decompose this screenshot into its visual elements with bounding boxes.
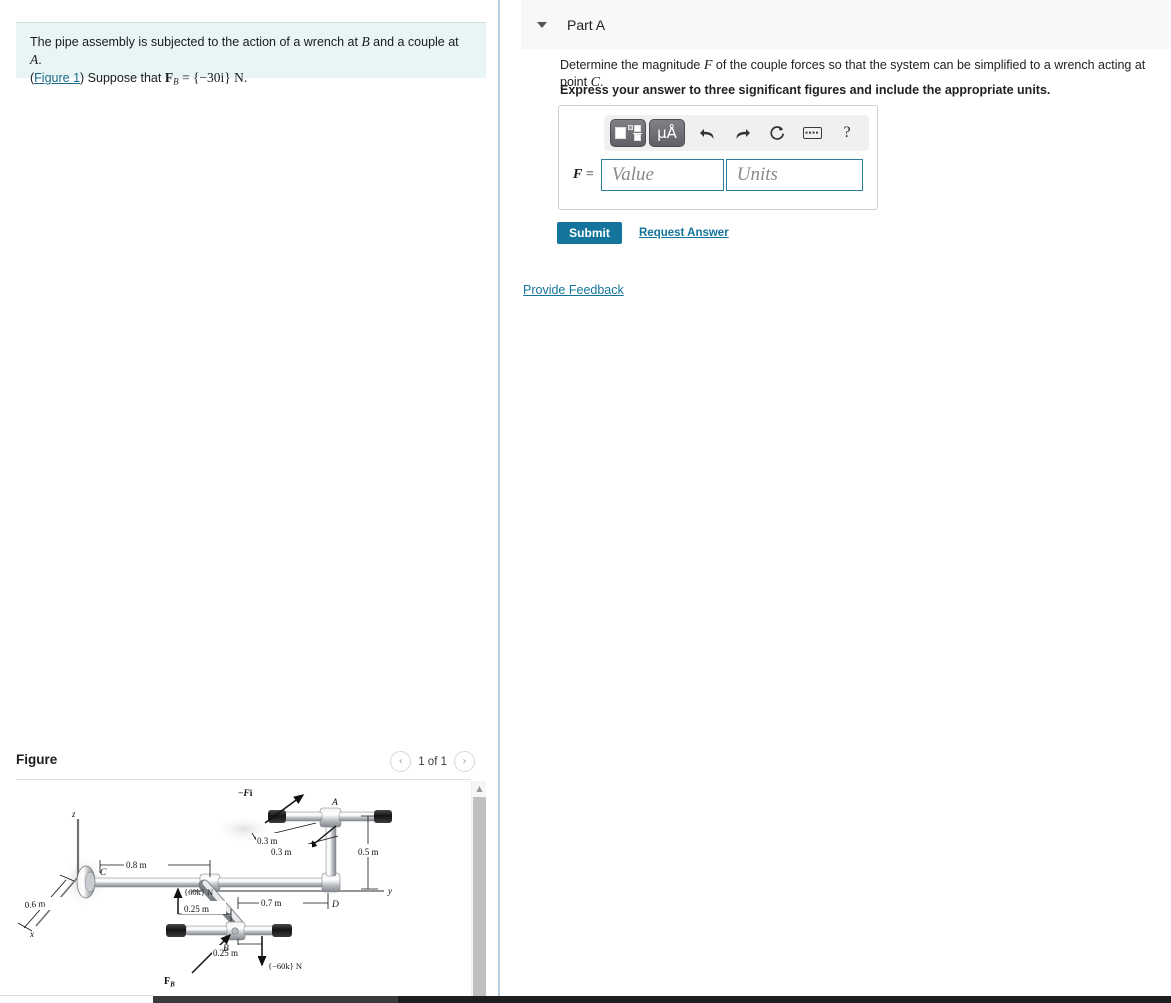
statement-period: .	[38, 53, 42, 67]
axis-label-z: z	[71, 809, 76, 819]
part-a-header[interactable]: Part A	[521, 0, 1171, 49]
answer-entry-box: μÅ ▪▪▪▪ ? F =	[558, 105, 878, 210]
figure-viewport[interactable]: z x y A −Fi {60k} N {−60k} N FB 0.8 m 0.…	[16, 781, 471, 996]
submit-button[interactable]: Submit	[557, 222, 622, 244]
statement-point-b: B	[361, 34, 370, 49]
chevron-down-icon[interactable]	[537, 21, 547, 28]
figure-next-button[interactable]: ›	[454, 751, 475, 772]
problem-statement-box: The pipe assembly is subjected to the ac…	[16, 22, 486, 87]
figure-scroll-thumb[interactable]	[473, 797, 486, 996]
left-panel: The pipe assembly is subjected to the ac…	[0, 0, 497, 1003]
figure-label-couple-pos: {60k} N	[184, 887, 213, 897]
dim-0-7m: 0.7 m	[261, 898, 282, 908]
figure-label-neg-Fi: −Fi	[238, 789, 253, 799]
dim-0-25m-a: 0.25 m	[184, 904, 209, 914]
problem-statement-text: The pipe assembly is subjected to the ac…	[30, 34, 459, 87]
figure-label-FB: FB	[164, 976, 175, 989]
redo-icon[interactable]	[729, 120, 755, 146]
dim-0-6m: 0.6 m	[24, 898, 45, 910]
horizontal-scrollbar[interactable]	[153, 996, 1171, 1003]
statement-force-value: = {−30i} N.	[178, 70, 248, 85]
figure-divider	[16, 779, 471, 780]
undo-icon[interactable]	[694, 120, 720, 146]
answer-label-f: F	[573, 167, 583, 182]
math-template-icon[interactable]	[610, 119, 646, 147]
answer-label-eq: =	[582, 167, 594, 182]
figure-label-a: A	[331, 798, 338, 808]
figure-vertical-scrollbar[interactable]: ▲	[471, 781, 486, 996]
value-input[interactable]	[600, 159, 724, 191]
statement-point-a: A	[30, 52, 39, 67]
statement-force-symbol: F	[164, 70, 174, 85]
problem-page: The pipe assembly is subjected to the ac…	[0, 0, 1171, 1003]
math-template-glyph	[615, 124, 642, 142]
figure-header: Figure ‹ 1 of 1 ›	[0, 744, 497, 780]
question-instruction: Express your answer to three significant…	[560, 83, 1051, 97]
help-glyph: ?	[843, 124, 851, 141]
dim-0-3m-b: 0.3 m	[271, 847, 292, 857]
reset-icon[interactable]	[764, 120, 790, 146]
axis-label-y: y	[387, 886, 392, 896]
part-a-title: Part A	[567, 16, 606, 33]
answer-input-row: F =	[573, 159, 863, 191]
keyboard-glyph: ▪▪▪▪	[802, 127, 822, 139]
dim-0-8m: 0.8 m	[126, 860, 147, 870]
request-answer-link[interactable]: Request Answer	[639, 227, 729, 239]
figure-prev-button[interactable]: ‹	[390, 751, 412, 772]
figure-page-label: 1 of 1	[418, 755, 447, 768]
statement-suppose: Suppose that	[87, 71, 165, 85]
scroll-up-icon[interactable]: ▲	[472, 781, 487, 796]
figure-label-d: D	[331, 900, 339, 910]
units-glyph: μÅ	[657, 124, 677, 142]
left-bottom-edge	[0, 995, 153, 996]
answer-label: F =	[573, 167, 594, 183]
provide-feedback-link[interactable]: Provide Feedback	[523, 283, 624, 297]
panel-divider[interactable]	[498, 0, 500, 1003]
figure-pager: ‹ 1 of 1 ›	[390, 751, 475, 772]
statement-part-2: and a couple at	[369, 35, 459, 49]
units-input[interactable]	[725, 159, 863, 191]
figure-label-b: B	[223, 944, 229, 954]
statement-part-1: The pipe assembly is subjected to the ac…	[30, 35, 362, 49]
figure-label-c: C	[100, 868, 107, 878]
dim-0-5m: 0.5 m	[358, 847, 379, 857]
horizontal-scroll-thumb[interactable]	[153, 996, 398, 1003]
help-icon[interactable]: ?	[834, 120, 860, 146]
answer-toolbar: μÅ ▪▪▪▪ ?	[604, 115, 869, 151]
question-text-1: Determine the magnitude	[560, 58, 704, 72]
figure-1-link[interactable]: Figure 1	[34, 71, 80, 85]
keyboard-icon[interactable]: ▪▪▪▪	[799, 120, 825, 146]
figure-label-couple-neg: {−60k} N	[268, 961, 302, 971]
figure-panel-title: Figure	[16, 752, 58, 767]
pipe-assembly-figure: z x y A −Fi {60k} N {−60k} N FB 0.8 m 0.…	[17, 789, 398, 989]
units-icon[interactable]: μÅ	[649, 119, 685, 147]
